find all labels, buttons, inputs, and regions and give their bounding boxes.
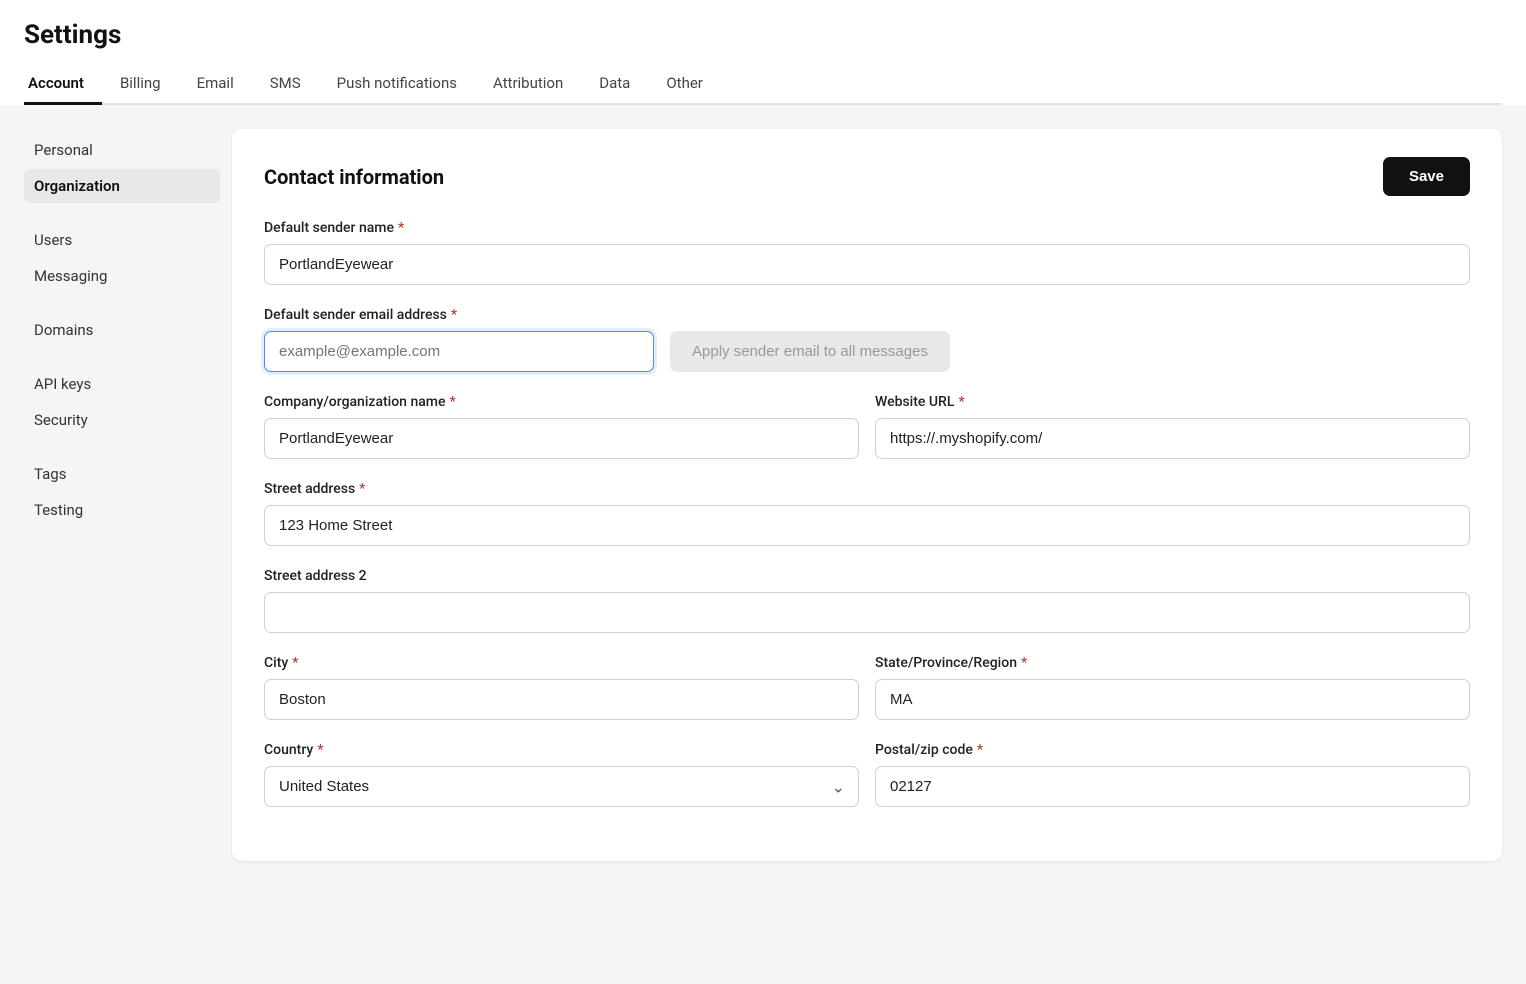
body-layout: Personal Organization Users Messaging Do… [0,105,1526,984]
card-header: Contact information Save [264,157,1470,196]
label-default-sender-name: Default sender name * [264,220,1470,236]
select-country[interactable]: United States Canada United Kingdom Aust… [264,766,859,807]
top-nav: Account Billing Email SMS Push notificat… [24,64,1502,105]
sidebar-group-api: API keys Security [24,367,220,437]
field-website-url: Website URL * [875,394,1470,459]
tab-attribution[interactable]: Attribution [475,64,581,105]
email-input-wrap [264,331,654,372]
input-street-address-2[interactable] [264,592,1470,633]
field-default-sender-email: Default sender email address * Apply sen… [264,307,1470,372]
required-star-country: * [317,742,323,758]
page-wrapper: Settings Account Billing Email SMS Push … [0,0,1526,984]
save-button[interactable]: Save [1383,157,1470,196]
label-default-sender-email: Default sender email address * [264,307,1470,323]
field-country: Country * United States Canada United Ki… [264,742,859,807]
field-city: City * [264,655,859,720]
sidebar-item-personal[interactable]: Personal [24,133,220,167]
input-state[interactable] [875,679,1470,720]
apply-sender-email-button[interactable]: Apply sender email to all messages [670,331,950,372]
field-company-name: Company/organization name * [264,394,859,459]
country-select-wrap: United States Canada United Kingdom Aust… [264,766,859,807]
label-company-name: Company/organization name * [264,394,859,410]
label-street-address: Street address * [264,481,1470,497]
required-star-street: * [359,481,365,497]
tab-email[interactable]: Email [179,64,252,105]
contact-information-title: Contact information [264,165,444,189]
sidebar-group-users: Users Messaging [24,223,220,293]
input-default-sender-name[interactable] [264,244,1470,285]
header: Settings Account Billing Email SMS Push … [0,0,1526,105]
required-star-company: * [449,394,455,410]
label-postal-code: Postal/zip code * [875,742,1470,758]
label-city: City * [264,655,859,671]
sidebar: Personal Organization Users Messaging Do… [0,117,220,984]
page-title: Settings [24,20,1502,50]
sidebar-item-messaging[interactable]: Messaging [24,259,220,293]
required-star-website: * [958,394,964,410]
field-group-company-website: Company/organization name * Website URL … [264,394,1470,459]
label-country: Country * [264,742,859,758]
label-street-address-2: Street address 2 [264,568,1470,584]
sidebar-group-account: Personal Organization [24,133,220,203]
input-street-address[interactable] [264,505,1470,546]
tab-data[interactable]: Data [581,64,648,105]
required-star-city: * [292,655,298,671]
input-company-name[interactable] [264,418,859,459]
tab-billing[interactable]: Billing [102,64,179,105]
field-group-country-postal: Country * United States Canada United Ki… [264,742,1470,807]
field-street-address: Street address * [264,481,1470,546]
sidebar-item-users[interactable]: Users [24,223,220,257]
tab-account[interactable]: Account [24,64,102,105]
required-star-state: * [1021,655,1027,671]
sidebar-item-domains[interactable]: Domains [24,313,220,347]
sidebar-item-tags[interactable]: Tags [24,457,220,491]
tab-push-notifications[interactable]: Push notifications [319,64,475,105]
label-website-url: Website URL * [875,394,1470,410]
required-star-postal: * [977,742,983,758]
field-group-city-state: City * State/Province/Region * [264,655,1470,720]
main-content: Contact information Save Default sender … [220,117,1526,984]
sidebar-item-testing[interactable]: Testing [24,493,220,527]
content-card: Contact information Save Default sender … [232,129,1502,861]
required-star-email: * [451,307,457,323]
sidebar-item-api-keys[interactable]: API keys [24,367,220,401]
input-city[interactable] [264,679,859,720]
field-postal-code: Postal/zip code * [875,742,1470,807]
sidebar-item-organization[interactable]: Organization [24,169,220,203]
tab-sms[interactable]: SMS [252,64,319,105]
email-row: Apply sender email to all messages [264,331,1470,372]
label-state: State/Province/Region * [875,655,1470,671]
field-state: State/Province/Region * [875,655,1470,720]
input-postal-code[interactable] [875,766,1470,807]
field-default-sender-name: Default sender name * [264,220,1470,285]
input-website-url[interactable] [875,418,1470,459]
required-star: * [398,220,404,236]
sidebar-group-tags: Tags Testing [24,457,220,527]
field-street-address-2: Street address 2 [264,568,1470,633]
tab-other[interactable]: Other [648,64,721,105]
sidebar-item-security[interactable]: Security [24,403,220,437]
sidebar-group-domains: Domains [24,313,220,347]
input-default-sender-email[interactable] [264,331,654,372]
